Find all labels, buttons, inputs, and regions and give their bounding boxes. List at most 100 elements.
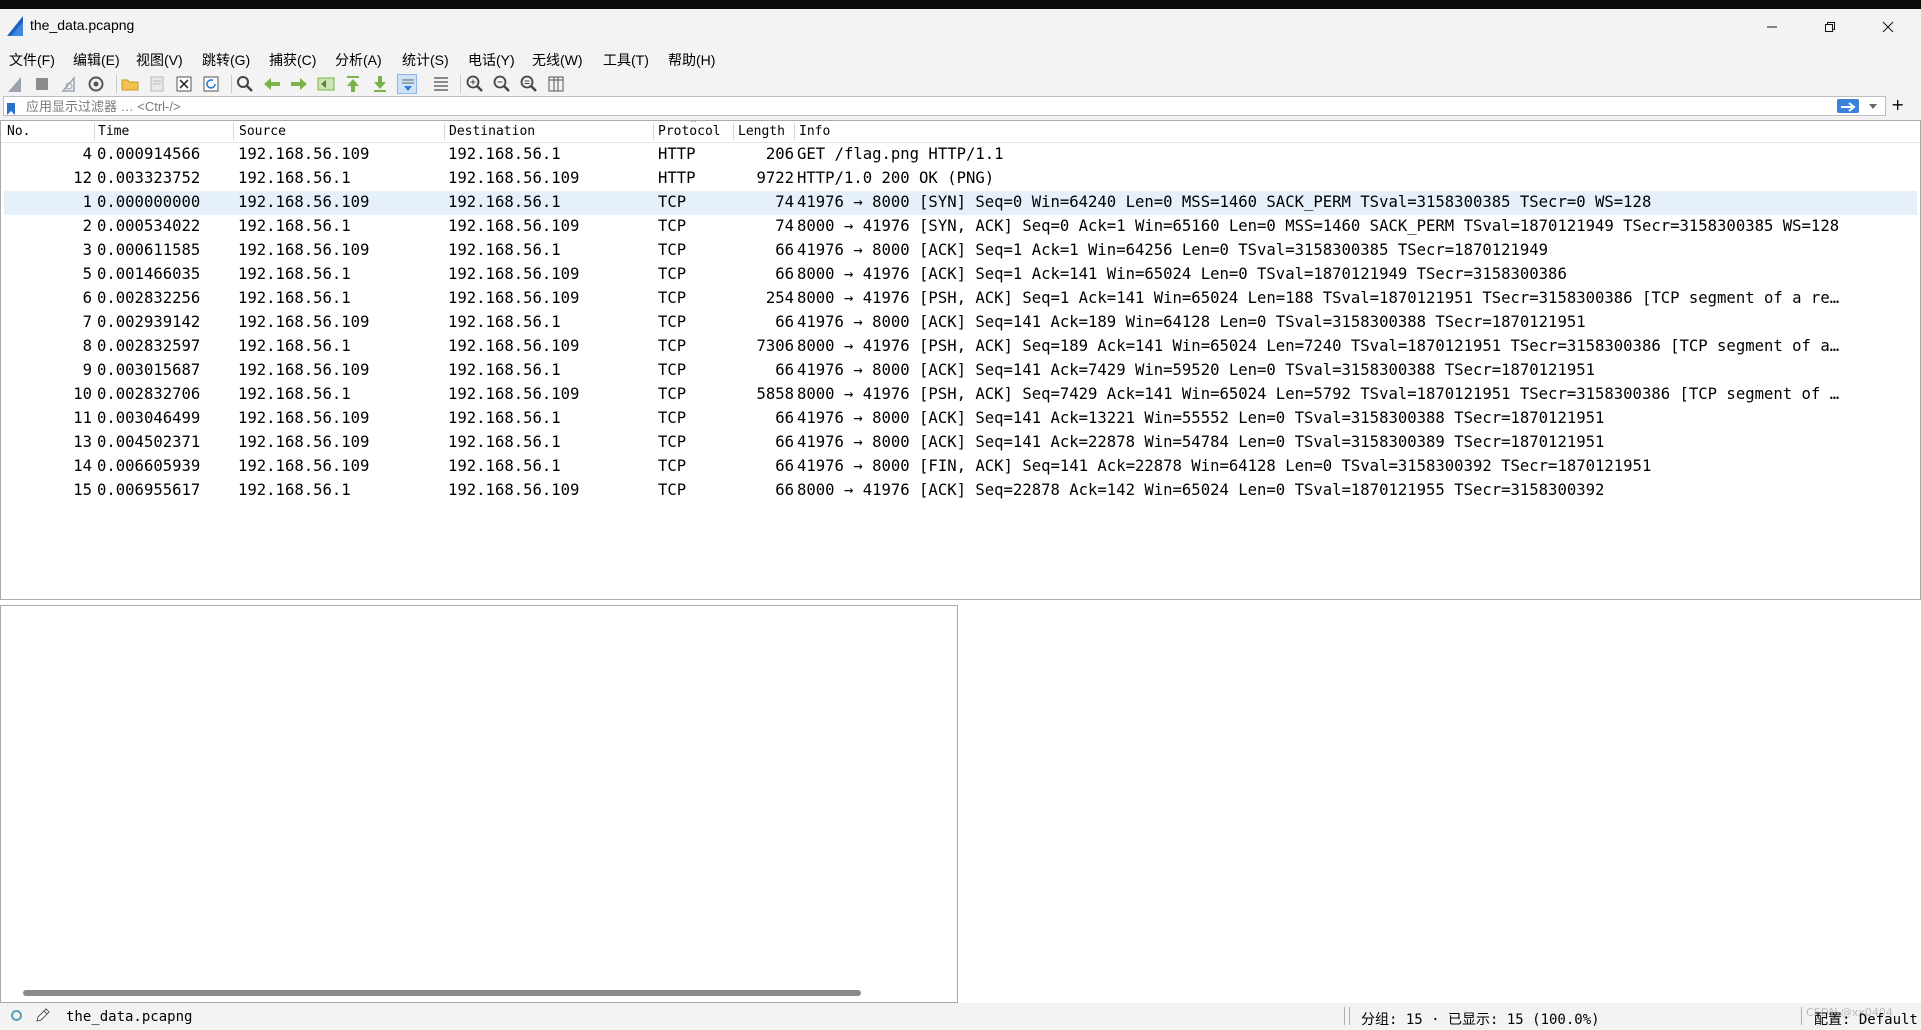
packet-time: 0.006955617 bbox=[97, 481, 201, 499]
zoom-normal-icon[interactable] bbox=[519, 74, 539, 94]
capture-options-icon[interactable] bbox=[86, 74, 106, 94]
colorize-icon[interactable] bbox=[431, 74, 451, 94]
packet-list-header: No. Time Source Destination ^ Protocol L… bbox=[1, 121, 1920, 143]
restore-button[interactable] bbox=[1801, 9, 1859, 45]
menu-help[interactable]: 帮助(H) bbox=[668, 50, 715, 70]
column-header-protocol[interactable]: Protocol bbox=[658, 124, 721, 139]
column-divider[interactable] bbox=[794, 123, 795, 140]
go-forward-icon[interactable] bbox=[289, 74, 309, 94]
packet-row[interactable]: 6 0.002832256 192.168.56.1 192.168.56.10… bbox=[4, 287, 1917, 311]
reload-file-icon[interactable] bbox=[201, 74, 221, 94]
packet-no: 1 bbox=[82, 193, 92, 211]
edit-comment-icon[interactable] bbox=[35, 1007, 51, 1023]
packet-no: 6 bbox=[82, 289, 92, 307]
packet-protocol: TCP bbox=[658, 265, 687, 283]
packet-row[interactable]: 8 0.002832597 192.168.56.1 192.168.56.10… bbox=[4, 335, 1917, 359]
packet-row[interactable]: 7 0.002939142 192.168.56.109 192.168.56.… bbox=[4, 311, 1917, 335]
column-divider[interactable] bbox=[733, 123, 734, 140]
packet-destination: 192.168.56.109 bbox=[448, 217, 580, 235]
packet-row[interactable]: 3 0.000611585 192.168.56.109 192.168.56.… bbox=[4, 239, 1917, 263]
menu-tools[interactable]: 工具(T) bbox=[603, 50, 649, 70]
packet-time: 0.003046499 bbox=[97, 409, 201, 427]
packet-row[interactable]: 2 0.000534022 192.168.56.1 192.168.56.10… bbox=[4, 215, 1917, 239]
packet-info: 41976 → 8000 [ACK] Seq=141 Ack=13221 Win… bbox=[797, 409, 1605, 427]
menu-capture[interactable]: 捕获(C) bbox=[269, 50, 316, 70]
menu-edit[interactable]: 编辑(E) bbox=[73, 50, 120, 70]
packet-length: 74 bbox=[775, 217, 794, 235]
minimize-button[interactable] bbox=[1743, 9, 1801, 45]
autoscroll-icon[interactable] bbox=[397, 74, 417, 94]
display-filter-input[interactable] bbox=[26, 98, 1846, 115]
close-button[interactable] bbox=[1859, 9, 1917, 45]
menu-telephony[interactable]: 电话(Y) bbox=[468, 50, 515, 70]
column-divider[interactable] bbox=[233, 123, 234, 140]
packet-source: 192.168.56.109 bbox=[238, 241, 370, 259]
menu-statistics[interactable]: 统计(S) bbox=[402, 50, 449, 70]
column-divider[interactable] bbox=[94, 123, 95, 140]
packet-destination: 192.168.56.109 bbox=[448, 265, 580, 283]
column-header-destination[interactable]: Destination bbox=[449, 124, 535, 139]
packet-details-pane[interactable] bbox=[0, 605, 958, 1003]
save-file-icon[interactable] bbox=[147, 74, 167, 94]
menu-wireless[interactable]: 无线(W) bbox=[532, 50, 583, 70]
packet-protocol: TCP bbox=[658, 289, 687, 307]
horizontal-scrollbar[interactable] bbox=[23, 990, 861, 996]
restart-capture-icon[interactable] bbox=[59, 74, 79, 94]
filter-history-dropdown-icon[interactable] bbox=[1869, 104, 1877, 109]
packet-protocol: HTTP bbox=[658, 145, 696, 163]
packet-source: 192.168.56.1 bbox=[238, 265, 351, 283]
zoom-in-icon[interactable] bbox=[465, 74, 485, 94]
status-divider bbox=[1801, 1007, 1802, 1025]
menu-file[interactable]: 文件(F) bbox=[9, 50, 55, 70]
packet-row[interactable]: 10 0.002832706 192.168.56.1 192.168.56.1… bbox=[4, 383, 1917, 407]
find-packet-icon[interactable] bbox=[235, 74, 255, 94]
packet-list-pane[interactable]: No. Time Source Destination ^ Protocol L… bbox=[0, 120, 1921, 600]
top-edge bbox=[0, 0, 1921, 9]
menu-view[interactable]: 视图(V) bbox=[136, 50, 183, 70]
column-header-source[interactable]: Source bbox=[239, 124, 286, 139]
packet-row[interactable]: 12 0.003323752 192.168.56.1 192.168.56.1… bbox=[4, 167, 1917, 191]
open-file-icon[interactable] bbox=[120, 74, 140, 94]
resize-columns-icon[interactable] bbox=[546, 74, 566, 94]
column-header-length[interactable]: Length bbox=[738, 124, 785, 139]
filter-bookmark-icon[interactable] bbox=[7, 100, 15, 115]
packet-length: 254 bbox=[765, 289, 794, 307]
packet-row[interactable]: 9 0.003015687 192.168.56.109 192.168.56.… bbox=[4, 359, 1917, 383]
packet-protocol: HTTP bbox=[658, 169, 696, 187]
add-filter-button[interactable]: + bbox=[1891, 95, 1904, 114]
packet-row[interactable]: 11 0.003046499 192.168.56.109 192.168.56… bbox=[4, 407, 1917, 431]
packet-no: 4 bbox=[82, 145, 92, 163]
menu-go[interactable]: 跳转(G) bbox=[202, 50, 250, 70]
start-capture-icon[interactable] bbox=[5, 74, 25, 94]
packet-no: 2 bbox=[82, 217, 92, 235]
packet-row[interactable]: 5 0.001466035 192.168.56.1 192.168.56.10… bbox=[4, 263, 1917, 287]
column-header-no[interactable]: No. bbox=[7, 124, 30, 139]
packet-row-selected[interactable]: 1 0.000000000 192.168.56.109 192.168.56.… bbox=[4, 191, 1917, 215]
stop-capture-icon[interactable] bbox=[32, 74, 52, 94]
packet-row[interactable]: 14 0.006605939 192.168.56.109 192.168.56… bbox=[4, 455, 1917, 479]
column-header-time[interactable]: Time bbox=[98, 124, 129, 139]
packet-source: 192.168.56.1 bbox=[238, 337, 351, 355]
packet-no: 8 bbox=[82, 337, 92, 355]
packet-row[interactable]: 4 0.000914566 192.168.56.109 192.168.56.… bbox=[4, 143, 1917, 167]
column-divider[interactable] bbox=[444, 123, 445, 140]
capture-status-icon[interactable] bbox=[11, 1010, 22, 1021]
status-profile[interactable]: 配置: Default bbox=[1814, 1009, 1918, 1029]
packet-length: 66 bbox=[775, 361, 794, 379]
close-file-icon[interactable] bbox=[174, 74, 194, 94]
go-first-icon[interactable] bbox=[343, 74, 363, 94]
packet-source: 192.168.56.1 bbox=[238, 169, 351, 187]
packet-row[interactable]: 13 0.004502371 192.168.56.109 192.168.56… bbox=[4, 431, 1917, 455]
column-header-info[interactable]: Info bbox=[799, 124, 830, 139]
packet-row[interactable]: 15 0.006955617 192.168.56.1 192.168.56.1… bbox=[4, 479, 1917, 503]
packet-source: 192.168.56.1 bbox=[238, 385, 351, 403]
packet-destination: 192.168.56.1 bbox=[448, 409, 561, 427]
go-last-icon[interactable] bbox=[370, 74, 390, 94]
go-to-packet-icon[interactable] bbox=[316, 74, 336, 94]
menu-analyze[interactable]: 分析(A) bbox=[335, 50, 382, 70]
go-back-icon[interactable] bbox=[262, 74, 282, 94]
zoom-out-icon[interactable] bbox=[492, 74, 512, 94]
packet-protocol: TCP bbox=[658, 385, 687, 403]
apply-filter-icon[interactable] bbox=[1837, 99, 1859, 113]
column-divider[interactable] bbox=[653, 123, 654, 140]
